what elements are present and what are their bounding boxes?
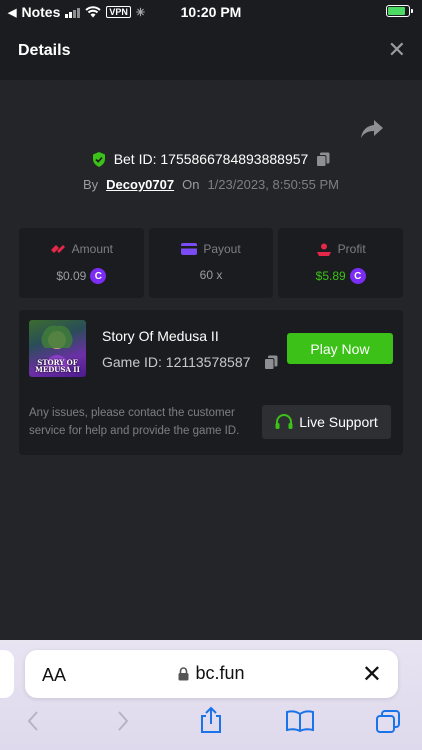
share-icon[interactable] [360,118,384,140]
live-support-button[interactable]: Live Support [262,405,391,439]
clear-url-button[interactable]: ✕ [362,660,382,689]
amount-value: $0.09 [56,269,87,283]
payout-label: Payout [203,242,241,256]
profit-label: Profit [337,242,366,256]
payout-value-row: 60 x [149,268,274,282]
bookmarks-icon[interactable] [286,710,314,732]
bet-stats: Amount $0.09 C Payout 60 x Profit $5.89 … [19,228,404,298]
by-label: By [82,177,99,192]
stat-amount-label-row: Amount [19,242,144,256]
live-support-label: Live Support [299,414,378,430]
profit-value-row: $5.89 C [278,268,403,284]
support-info-text: Any issues, please contact the customer … [29,407,240,437]
status-time: 10:20 PM [180,4,242,20]
profit-icon [316,243,331,256]
url-display[interactable]: bc.fun [25,663,398,684]
stat-profit: Profit $5.89 C [278,228,404,298]
copy-icon[interactable] [316,152,330,167]
bet-author-row: By Decoy0707 On 1/23/2023, 8:50:55 PM [0,177,422,192]
forward-chevron-icon[interactable] [116,710,130,732]
status-bar: ◀ Notes VPN ✳ 10:20 PM [0,0,422,24]
details-header: Details ✕ [0,24,422,80]
payout-card-icon [181,243,198,255]
stat-profit-label-row: Profit [278,242,403,256]
on-label: On [182,177,200,192]
headset-icon [275,414,293,429]
play-now-button[interactable]: Play Now [287,333,393,364]
browser-toolbar: AA bc.fun ✕ [0,640,422,750]
copy-icon[interactable] [264,355,278,370]
bet-id-text: Bet ID: 1755866784893888957 [113,151,309,167]
browser-nav-row [0,706,422,742]
amount-icon [50,245,65,253]
close-button[interactable]: ✕ [388,39,406,61]
share-sheet-icon[interactable] [199,706,223,734]
payout-value: 60 x [199,268,223,282]
url-text: bc.fun [195,663,245,683]
stat-payout-label-row: Payout [149,242,274,256]
verified-shield-icon [92,151,105,167]
tabs-icon[interactable] [375,710,401,734]
game-id-row: Game ID: 12113578587 [102,354,278,370]
amount-label: Amount [71,242,114,256]
game-id-text: Game ID: 12113578587 [102,354,251,370]
stat-payout: Payout 60 x [148,228,274,298]
stat-amount: Amount $0.09 C [19,228,144,298]
back-chevron-icon[interactable] [26,710,40,732]
game-thumbnail-title: STORY OF MEDUSA II [35,358,80,374]
coin-icon: C [90,268,107,284]
game-card: STORY OF MEDUSA II Story Of Medusa II Gam… [19,310,403,455]
game-name[interactable]: Story Of Medusa II [102,328,219,344]
address-bar[interactable]: AA bc.fun ✕ [25,650,398,698]
previous-tab-edge[interactable] [0,650,14,698]
amount-value-row: $0.09 C [19,268,144,284]
lock-icon [178,666,189,680]
bet-id-row: Bet ID: 1755866784893888957 [0,151,422,167]
page-title: Details [18,42,71,59]
bet-date: 1/23/2023, 8:50:55 PM [207,177,339,192]
battery-icon [386,4,413,20]
username-link[interactable]: Decoy0707 [106,177,174,192]
profit-value: $5.89 [315,269,346,283]
game-thumbnail[interactable]: STORY OF MEDUSA II [29,320,86,377]
coin-icon: C [349,268,366,284]
